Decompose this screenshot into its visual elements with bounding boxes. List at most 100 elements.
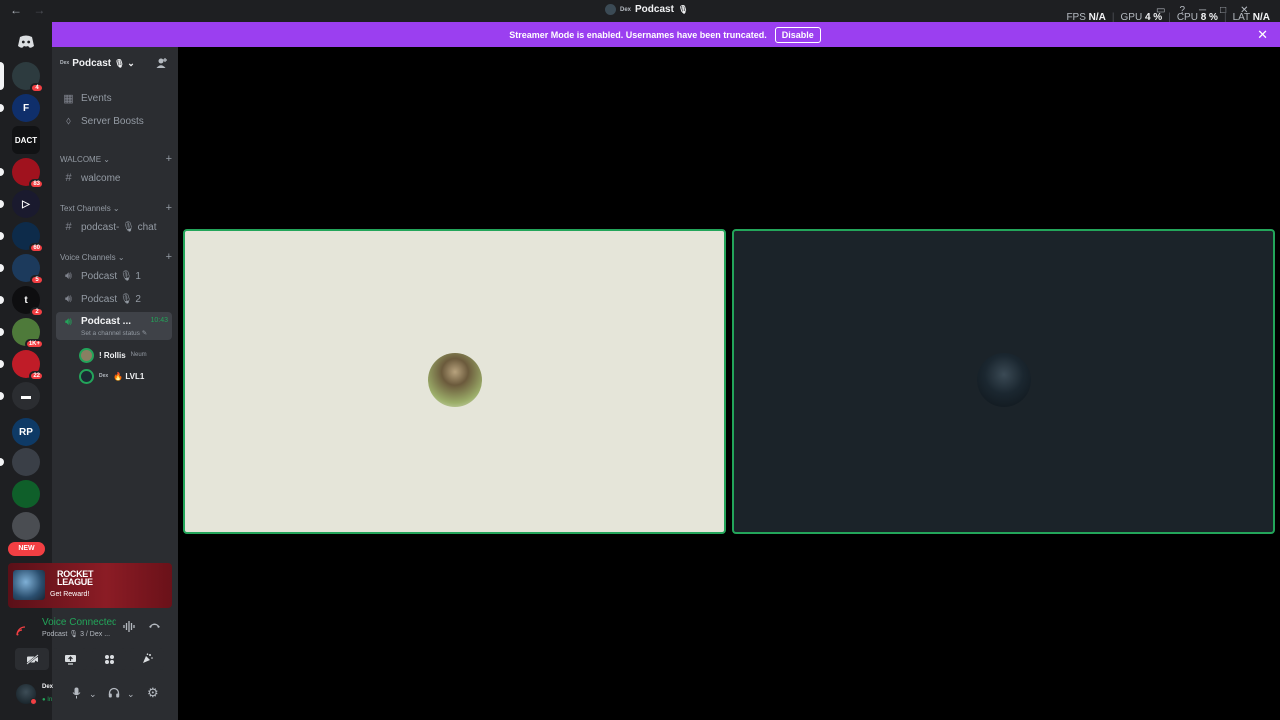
screen-share-icon (64, 654, 76, 665)
camera-off-button[interactable] (15, 648, 49, 670)
disconnect-icon[interactable] (148, 620, 161, 632)
close-icon[interactable]: ✕ (1257, 27, 1268, 43)
voice-status-subtitle: Podcast 🎙 3 / Dex ... (42, 631, 111, 638)
promo-art (13, 570, 45, 600)
channel-walcome[interactable]: # walcome (56, 168, 172, 188)
new-badge: NEW (8, 542, 45, 556)
forward-arrow-icon[interactable]: → (33, 3, 45, 17)
channel-label: walcome (81, 172, 121, 184)
add-channel-icon[interactable]: + (166, 154, 172, 165)
voice-status-title[interactable]: Voice Connected (42, 617, 116, 628)
voice-user-tag: Dex (99, 373, 109, 379)
server-icon-server-1[interactable]: 4 (12, 62, 44, 93)
voice-user-dex[interactable]: Dex 🔥 LVL1 (79, 367, 144, 385)
events-item[interactable]: ▦ Events (56, 88, 172, 108)
unread-indicator (0, 458, 4, 466)
server-glyph: F (22, 102, 30, 114)
soundboard-button[interactable] (130, 648, 164, 670)
disable-button[interactable]: Disable (774, 26, 821, 43)
participant-tile-rollis[interactable] (183, 229, 726, 534)
server-name: Podcast (72, 57, 112, 69)
add-channel-icon[interactable]: + (166, 203, 172, 214)
mention-badge: 2 (30, 307, 44, 317)
server-icon-server-play[interactable]: ▷ (12, 190, 40, 218)
unread-indicator (0, 168, 4, 176)
unread-indicator (0, 104, 4, 112)
mention-badge: 1K+ (24, 339, 44, 349)
participant-tile-dex[interactable] (732, 229, 1275, 534)
server-icon-server-5[interactable]: 5 (12, 254, 44, 285)
server-icon-server-t[interactable]: t2 (12, 286, 44, 317)
server-icon-server-22[interactable]: 22 (12, 350, 44, 381)
microphone-icon[interactable] (72, 687, 81, 702)
window-title-text: Podcast (635, 4, 674, 15)
participant-avatar (427, 352, 482, 407)
user-panel: Dex ● In ⌄ ⌄ ⚙ (8, 678, 172, 714)
category-welcome[interactable]: WALCOME ⌄ + (60, 154, 172, 165)
mic-options-chevron-icon[interactable]: ⌄ (89, 689, 97, 700)
channel-label: podcast- 🎙 chat (81, 221, 157, 233)
server-glyph: RP (19, 426, 33, 438)
server-mic-icon: 🎙 (114, 58, 125, 68)
category-voice-channels[interactable]: Voice Channels ⌄ + (60, 252, 172, 263)
rocket-league-promo[interactable]: ROCKET LEAGUE Get Reward! (8, 563, 172, 608)
window-title: Dex Podcast 🎙 (605, 4, 688, 15)
voice-user-activity: Neum (130, 352, 147, 358)
category-text-channels[interactable]: Text Channels ⌄ + (60, 203, 172, 214)
server-header[interactable]: Dex Podcast 🎙 ⌄ (52, 47, 178, 79)
calendar-icon: ▦ (63, 92, 74, 105)
voice-user-rollis[interactable]: ! Rollis Neum (79, 346, 147, 364)
headset-options-chevron-icon[interactable]: ⌄ (127, 689, 135, 700)
server-glyph: t (24, 294, 28, 306)
mention-badge: 60 (29, 243, 44, 253)
unread-indicator (0, 328, 4, 336)
channel-podcast-chat[interactable]: # podcast- 🎙 chat (56, 217, 172, 237)
promo-title: ROCKET LEAGUE (57, 569, 94, 587)
server-icon-server-f[interactable]: F (12, 94, 40, 122)
server-icon-server-83[interactable]: 83 (12, 158, 44, 189)
server-icon-server-1k[interactable]: 1K+ (12, 318, 44, 349)
headset-icon[interactable] (108, 687, 120, 701)
home-button[interactable] (12, 28, 40, 56)
server-boosts-item[interactable]: ⬨ Server Boosts (56, 111, 172, 131)
server-icon-dact[interactable]: DACT (12, 126, 40, 154)
camera-off-icon (25, 653, 39, 665)
server-icon-server-rp[interactable]: RP (12, 418, 40, 446)
voice-user-name: 🔥 LVL1 (113, 371, 145, 381)
noise-suppression-icon[interactable] (123, 621, 136, 635)
history-nav: ← → (10, 3, 53, 17)
voice-channel-3-active[interactable]: 🔊︎ Podcast ... 10:43 Set a channel statu… (56, 312, 172, 340)
signal-icon[interactable] (16, 626, 26, 638)
server-icon-server-black[interactable] (12, 512, 40, 540)
speaker-active-icon: 🔊︎ (65, 316, 72, 328)
hashtag-icon: # (65, 172, 72, 184)
user-name[interactable]: Dex (42, 684, 53, 690)
voice-channel-1[interactable]: 🔊︎ Podcast 🎙 1 (56, 266, 172, 286)
discord-logo-icon (18, 35, 34, 48)
mic-icon: 🎙 (677, 5, 689, 14)
unread-indicator (0, 296, 4, 304)
server-icon-folder[interactable]: ▬ (12, 382, 40, 410)
voice-channel-2[interactable]: 🔊︎ Podcast 🎙 2 (56, 289, 172, 309)
add-channel-icon[interactable]: + (166, 252, 172, 263)
invite-people-icon[interactable] (156, 57, 168, 72)
unread-indicator (0, 392, 4, 400)
mention-badge: 5 (30, 275, 44, 285)
back-arrow-icon[interactable]: ← (10, 3, 22, 17)
activity-button[interactable] (92, 648, 126, 670)
events-label: Events (81, 92, 112, 104)
server-icon-server-v[interactable] (12, 480, 40, 508)
chevron-down-icon: ⌄ (127, 57, 135, 68)
user-status: ● In (42, 697, 53, 703)
unread-indicator (0, 360, 4, 368)
channel-status-prompt[interactable]: Set a channel status ✎ (81, 329, 147, 337)
status-dot (30, 698, 37, 705)
voice-user-name: ! Rollis (99, 350, 126, 360)
settings-gear-icon[interactable]: ⚙ (147, 685, 159, 701)
server-icon-server-60[interactable]: 60 (12, 222, 44, 253)
server-icon-server-seal[interactable] (12, 448, 40, 476)
screen-share-button[interactable] (53, 648, 87, 670)
streamer-mode-banner: Streamer Mode is enabled. Usernames have… (50, 22, 1280, 47)
soundboard-icon (143, 653, 153, 663)
user-tag: Dex (620, 6, 632, 13)
